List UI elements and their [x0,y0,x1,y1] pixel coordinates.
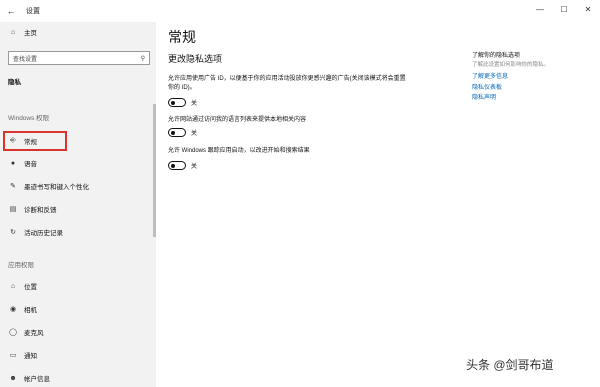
section-subtitle: 更改隐私选项 [168,54,223,64]
setting-app-launch-tracking-desc: 允许 Windows 跟踪应用启动，以改进开始和搜索结果 [168,148,310,154]
language-list-toggle[interactable] [168,128,186,137]
search-input[interactable]: 查找设置 ⚲ [8,51,150,65]
sidebar-item-label: 墨迹书写和键入个性化 [24,184,89,191]
group-label-windows-permissions: Windows 权限 [8,115,50,122]
voice-icon: ● [10,159,16,167]
selection-highlight-box [3,131,67,151]
toggle-knob [171,163,175,168]
related-info-panel: 了解你的隐私选项 了解此设置如何影响你的隐私。 了解更多信息 隐私仪表板 隐私声… [472,46,596,101]
notification-icon: ▭ [9,352,17,359]
sidebar-item-diagnostics[interactable]: ▤ 诊断和反馈 [8,202,148,216]
sidebar-item-home[interactable]: ⌂ 主页 [8,27,37,38]
camera-icon: ◉ [9,306,17,313]
sidebar-item-label: 诊断和反馈 [24,207,57,214]
window-controls: — ☐ ✕ [528,0,600,18]
sidebar-item-inking[interactable]: ✎ 墨迹书写和键入个性化 [8,179,148,193]
setting-advertising-id: 关 [168,98,197,107]
advertising-id-toggle[interactable] [168,98,186,107]
history-icon: ↻ [10,229,16,236]
link-privacy-statement[interactable]: 隐私声明 [472,92,596,101]
watermark: 头条 @剑哥布道 [466,358,554,372]
sidebar-item-label: 主页 [24,30,37,37]
link-learn-more[interactable]: 了解更多信息 [472,71,596,80]
diagnostics-icon: ▤ [9,206,17,213]
toggle-state-label: 关 [191,101,198,107]
microphone-icon: ◯ [9,329,17,336]
sidebar-item-camera[interactable]: ◉ 相机 [8,302,148,316]
ink-icon: ✎ [10,183,16,190]
sidebar-item-label: 语音 [24,161,37,168]
maximize-button[interactable]: ☐ [552,0,576,18]
setting-language-list: 关 [168,128,197,137]
group-label-app-permissions: 应用权限 [8,262,34,269]
sidebar-item-voice[interactable]: ● 语音 [8,156,148,170]
window-title: 设置 [26,8,40,15]
minimize-button[interactable]: — [528,0,552,18]
sidebar-item-label: 通知 [24,353,37,360]
title-bar: ← 设置 [0,0,600,22]
sidebar-item-microphone[interactable]: ◯ 麦克风 [8,325,148,339]
sidebar-item-location[interactable]: ⌂ 位置 [8,279,148,293]
toggle-state-label: 关 [191,131,198,137]
sidebar-item-activity-history[interactable]: ↻ 活动历史记录 [8,225,148,239]
toggle-knob [171,130,175,135]
sidebar-item-notifications[interactable]: ▭ 通知 [8,348,148,362]
account-icon: ☻ [9,374,17,382]
sidebar-item-label: 相机 [24,307,37,314]
back-arrow-icon[interactable]: ← [0,0,22,22]
aside-title: 了解你的隐私选项 [472,53,521,59]
section-heading-privacy: 隐私 [8,79,21,86]
sidebar-item-account-info[interactable]: ☻ 帐户信息 [8,371,148,385]
main-content: 常规 更改隐私选项 允许应用使用广告 ID，以便基于你的应用活动投放你更感兴趣的… [156,22,600,387]
close-button[interactable]: ✕ [576,0,600,18]
aside-description: 了解此设置如何影响你的隐私。 [472,62,550,68]
sidebar-item-label: 位置 [24,284,37,291]
link-privacy-dashboard[interactable]: 隐私仪表板 [472,82,596,91]
setting-language-list-desc: 允许网站通过访问我的语言列表来提供本地相关内容 [168,117,307,123]
search-icon: ⚲ [140,55,145,62]
page-title: 常规 [168,29,196,45]
home-icon: ⌂ [10,28,16,36]
setting-app-launch-tracking: 关 [168,161,197,170]
sidebar: ⌂ 主页 查找设置 ⚲ 隐私 Windows 权限 ⎆ 常规 ● 语音 ✎ 墨迹… [0,22,156,387]
sidebar-item-label: 麦克风 [24,330,44,337]
sidebar-item-label: 帐户信息 [24,376,50,383]
sidebar-item-label: 活动历史记录 [24,230,63,237]
toggle-knob [171,100,175,105]
search-placeholder: 查找设置 [13,56,38,63]
location-icon: ⌂ [10,282,16,290]
app-launch-tracking-toggle[interactable] [168,161,186,170]
setting-advertising-id-desc: 允许应用使用广告 ID，以便基于你的应用活动投放你更感兴趣的广告(关闭该模式将会… [168,76,406,91]
toggle-state-label: 关 [191,164,198,170]
